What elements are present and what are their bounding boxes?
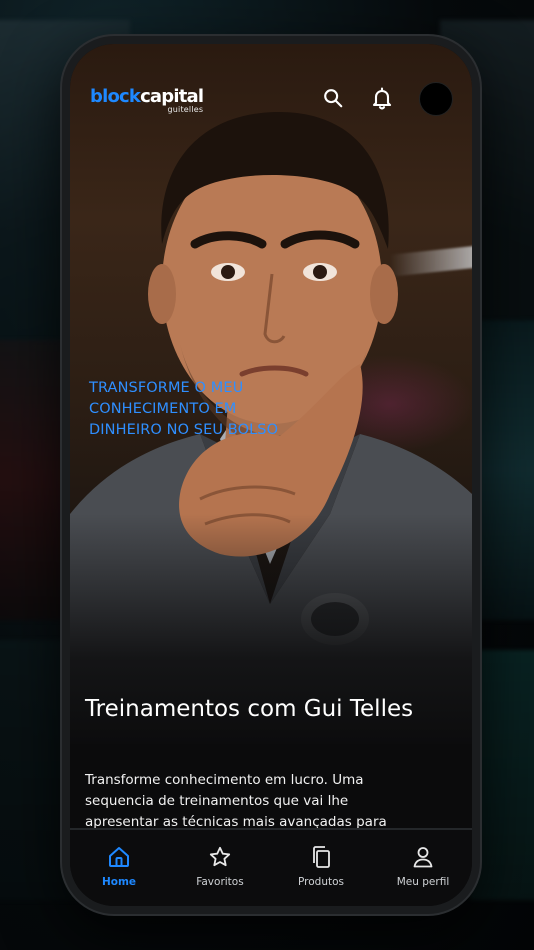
search-icon[interactable] xyxy=(319,84,347,112)
app-screen: blockcapital guitelles TRANSFORME O MEU … xyxy=(70,44,472,906)
app-header: blockcapital guitelles xyxy=(70,44,472,154)
tab-home[interactable]: Home xyxy=(74,842,164,888)
logo-subtitle: guitelles xyxy=(167,105,204,114)
tab-produtos-label: Produtos xyxy=(298,876,344,888)
tab-meu-perfil[interactable]: Meu perfil xyxy=(378,842,468,888)
phone-frame: blockcapital guitelles TRANSFORME O MEU … xyxy=(62,36,480,914)
page-title: Treinamentos com Gui Telles xyxy=(85,696,414,722)
brand-logo[interactable]: blockcapital guitelles xyxy=(90,86,204,115)
avatar[interactable] xyxy=(419,82,453,116)
logo-text-capital: capital xyxy=(140,86,204,107)
page-description: Transforme conhecimento em lucro. Uma se… xyxy=(85,772,387,830)
hero-tagline: TRANSFORME O MEU CONHECIMENTO EM DINHEIR… xyxy=(89,380,279,438)
tab-favoritos[interactable]: Favoritos xyxy=(175,842,265,888)
copy-icon xyxy=(276,842,366,872)
home-icon xyxy=(74,842,164,872)
tab-home-label: Home xyxy=(101,876,137,888)
bell-icon[interactable] xyxy=(368,84,396,112)
tab-meu-perfil-label: Meu perfil xyxy=(396,876,450,888)
bottom-tab-bar: Home Favoritos Produtos Meu perfil xyxy=(70,828,472,906)
star-icon xyxy=(175,842,265,872)
logo-text-block: block xyxy=(90,86,141,107)
tab-produtos[interactable]: Produtos xyxy=(276,842,366,888)
tab-favoritos-label: Favoritos xyxy=(196,876,244,888)
user-icon xyxy=(378,842,468,872)
logo-text: blockcapital xyxy=(90,86,204,107)
